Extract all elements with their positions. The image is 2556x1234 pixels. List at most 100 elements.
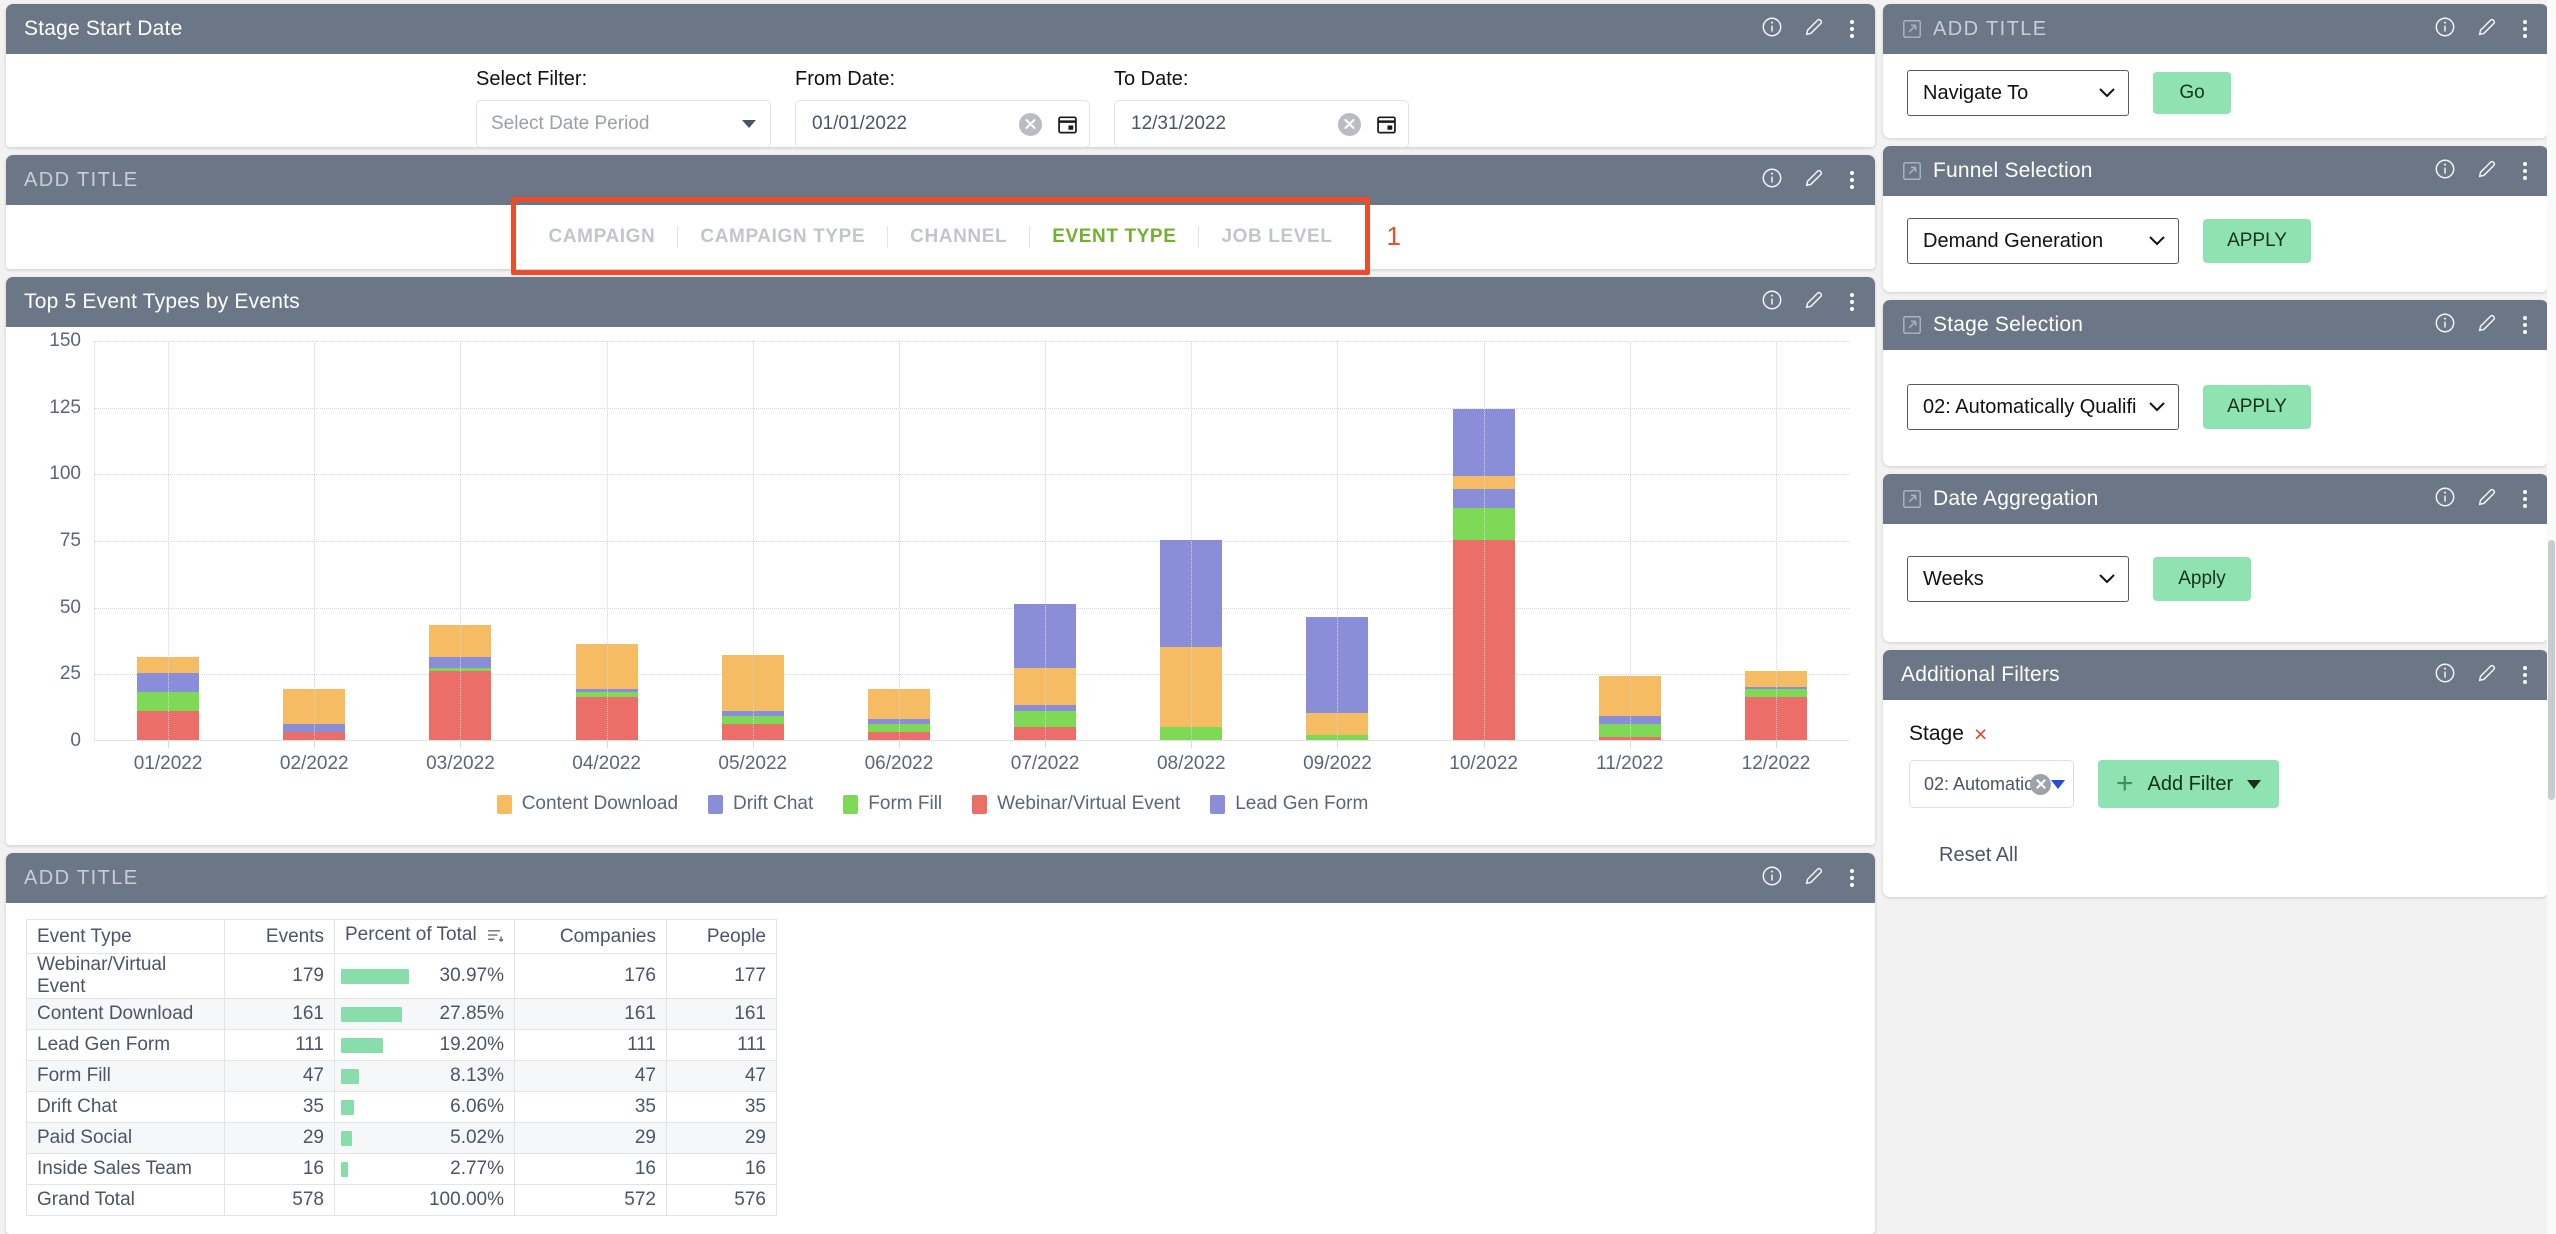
more-options-icon[interactable] [2518,316,2532,334]
go-button[interactable]: Go [2153,72,2231,114]
table-row[interactable]: Paid Social 29 5.02% 29 29 [26,1122,777,1154]
column-header-percent-of-total[interactable]: Percent of Total [334,919,515,954]
expand-icon[interactable] [1901,488,1923,510]
calendar-icon[interactable] [1056,113,1079,136]
tab-campaign-type[interactable]: CAMPAIGN TYPE [678,226,889,248]
additional-filters-body: Stage × 02: Automatically Qu.. + Add Fil… [1883,700,2548,897]
legend-item[interactable]: Webinar/Virtual Event [972,793,1180,815]
edit-pencil-icon[interactable] [1803,167,1825,194]
legend-item[interactable]: Lead Gen Form [1210,793,1368,815]
tab-campaign[interactable]: CAMPAIGN [527,226,679,248]
bar-column[interactable]: 12/2022 [1703,341,1849,774]
bar-column[interactable]: 07/2022 [972,341,1118,774]
select-filter-group: Select Filter: Select Date Period [476,68,771,147]
info-icon[interactable] [2434,16,2456,43]
tab-job-level[interactable]: JOB LEVEL [1199,226,1354,248]
more-options-icon[interactable] [2518,666,2532,684]
percent-value: 19.20% [439,1034,504,1055]
more-options-icon[interactable] [2518,162,2532,180]
info-icon[interactable] [2434,158,2456,185]
info-icon[interactable] [1761,865,1783,892]
column-header-events[interactable]: Events [224,919,335,954]
table-row[interactable]: Inside Sales Team 16 2.77% 16 16 [26,1153,777,1185]
cell-companies: 176 [514,953,667,999]
table-row[interactable]: Content Download 161 27.85% 161 161 [26,998,777,1030]
bar-column[interactable]: 08/2022 [1118,341,1264,774]
bar-column[interactable]: 06/2022 [826,341,972,774]
bar-column[interactable]: 10/2022 [1411,341,1557,774]
legend-item[interactable]: Drift Chat [708,793,813,815]
funnel-apply-button[interactable]: APPLY [2203,219,2311,263]
bar-column[interactable]: 11/2022 [1557,341,1703,774]
from-date-field[interactable]: 01/01/2022 [795,100,1090,147]
table-row[interactable]: Webinar/Virtual Event 179 30.97% 176 177 [26,953,777,999]
date-aggregation-dropdown[interactable]: Weeks [1907,556,2129,602]
bar-column[interactable]: 05/2022 [680,341,826,774]
clear-filter-icon[interactable] [2030,773,2051,795]
calendar-icon[interactable] [1375,113,1398,136]
sort-descending-icon[interactable] [487,927,504,949]
bar-column[interactable]: 09/2022 [1264,341,1410,774]
tab-channel[interactable]: CHANNEL [888,226,1031,248]
clear-from-date-icon[interactable] [1019,112,1042,136]
edit-pencil-icon[interactable] [1803,289,1825,316]
stage-dropdown[interactable]: 02: Automatically Qualified [1907,384,2179,430]
more-options-icon[interactable] [1845,293,1859,311]
bar-column[interactable]: 02/2022 [241,341,387,774]
table-row[interactable]: Form Fill 47 8.13% 47 47 [26,1060,777,1092]
cell-events: 35 [224,1091,335,1123]
info-icon[interactable] [2434,662,2456,689]
tab-event-type[interactable]: EVENT TYPE [1030,226,1200,248]
more-options-icon[interactable] [2518,20,2532,38]
column-header-event-type[interactable]: Event Type [26,919,225,954]
expand-icon[interactable] [1901,160,1923,182]
edit-pencil-icon[interactable] [2476,486,2498,513]
more-options-icon[interactable] [1845,20,1859,38]
select-date-period-dropdown[interactable]: Select Date Period [476,100,771,147]
table-row[interactable]: Drift Chat 35 6.06% 35 35 [26,1091,777,1123]
funnel-dropdown[interactable]: Demand Generation [1907,218,2179,264]
date-agg-apply-button[interactable]: Apply [2153,557,2251,601]
reset-all-link[interactable]: Reset All [1939,844,2522,867]
cell-companies: 16 [514,1153,667,1185]
stage-filter-dropdown[interactable]: 02: Automatically Qu.. [1909,760,2074,808]
to-date-field[interactable]: 12/31/2022 [1114,100,1409,147]
info-icon[interactable] [2434,486,2456,513]
more-options-icon[interactable] [1845,171,1859,189]
edit-pencil-icon[interactable] [2476,312,2498,339]
expand-icon[interactable] [1901,18,1923,40]
legend-item[interactable]: Form Fill [843,793,942,815]
expand-icon[interactable] [1901,314,1923,336]
more-options-icon[interactable] [1845,869,1859,887]
edit-pencil-icon[interactable] [2476,158,2498,185]
edit-pencil-icon[interactable] [1803,865,1825,892]
add-filter-button[interactable]: + Add Filter [2098,760,2280,808]
remove-filter-icon[interactable]: × [1974,722,1987,746]
sidebar-scrollbar-track[interactable] [2547,0,2556,1234]
clear-to-date-icon[interactable] [1338,112,1361,136]
info-icon[interactable] [1761,167,1783,194]
table-row[interactable]: Lead Gen Form 111 19.20% 111 111 [26,1029,777,1061]
column-header-people[interactable]: People [666,919,777,954]
info-icon[interactable] [1761,289,1783,316]
sidebar-scrollbar-thumb[interactable] [2548,540,2555,800]
bar-column[interactable]: 01/2022 [95,341,241,774]
total-cell-event-type: Grand Total [26,1184,225,1216]
main-content-column: Stage Start Date Select Filter: Select D… [0,0,1883,1234]
bar-column[interactable]: 04/2022 [534,341,680,774]
column-header-companies[interactable]: Companies [514,919,667,954]
stage-apply-button[interactable]: APPLY [2203,385,2311,429]
info-icon[interactable] [1761,16,1783,43]
bar-column[interactable]: 03/2022 [387,341,533,774]
edit-pencil-icon[interactable] [2476,662,2498,689]
to-date-value: 12/31/2022 [1131,113,1227,134]
edit-pencil-icon[interactable] [2476,16,2498,43]
date-aggregation-panel: Date Aggregation Weeks Apply [1883,474,2548,642]
edit-pencil-icon[interactable] [1803,16,1825,43]
info-icon[interactable] [2434,312,2456,339]
total-cell-events: 578 [224,1184,335,1216]
additional-filters-header: Additional Filters [1883,650,2548,700]
navigate-to-dropdown[interactable]: Navigate To [1907,70,2129,116]
more-options-icon[interactable] [2518,490,2532,508]
legend-item[interactable]: Content Download [496,793,678,815]
